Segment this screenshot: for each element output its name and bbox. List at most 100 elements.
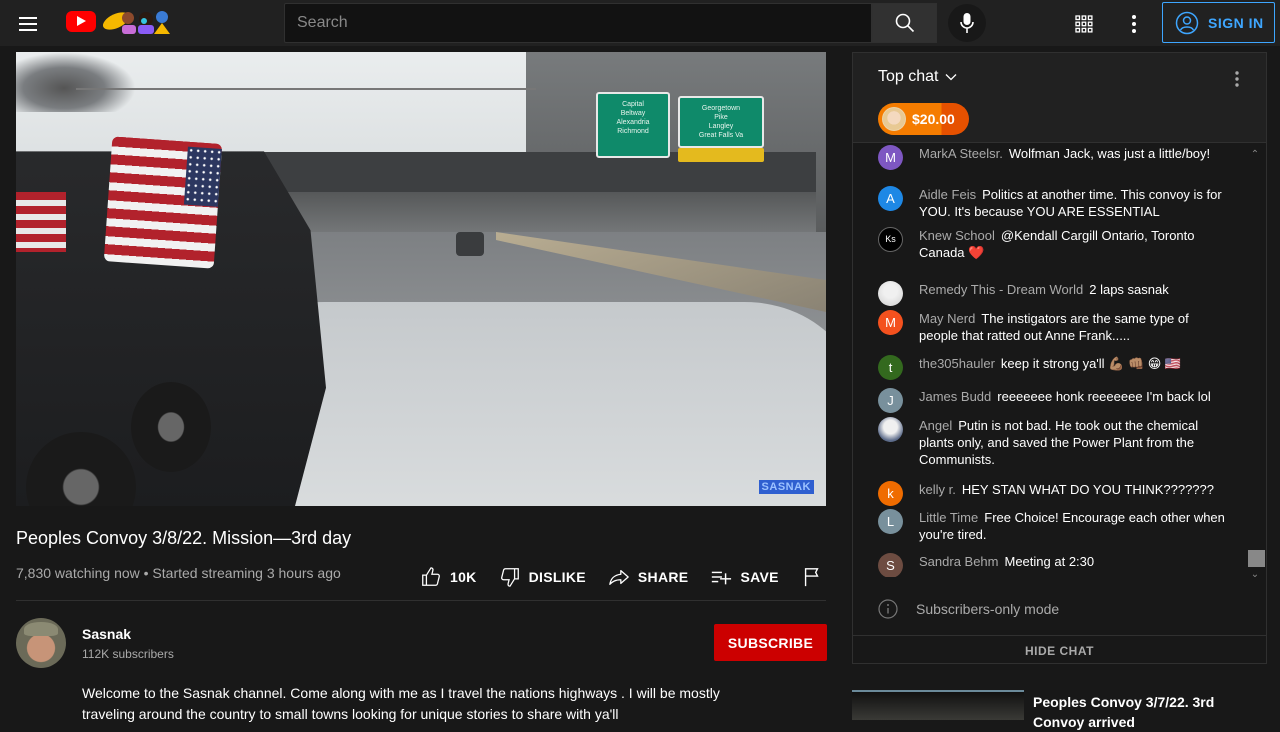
message-text: 2 laps sasnak [1089, 282, 1169, 297]
chat-message: Ks Knew School @Kendall Cargill Ontario, T… [878, 227, 1228, 261]
message-author[interactable]: Little Time [919, 510, 978, 525]
sign-text: Capital [622, 101, 644, 108]
subscribers-only-banner: Subscribers-only mode [853, 585, 1266, 633]
like-button[interactable]: 10K [420, 566, 477, 588]
chevron-down-icon [946, 74, 957, 81]
chat-scroll-down-button[interactable]: ⌄ [1249, 569, 1261, 581]
chat-messages: M MarkA Steelsr. Wolfman Jack, was just a … [853, 145, 1248, 577]
hamburger-icon [19, 17, 37, 19]
author-avatar[interactable]: A [878, 186, 903, 211]
chat-message: J James Budd reeeeeee honk reeeeeee I'm ba… [878, 388, 1228, 413]
author-avatar[interactable]: Ks [878, 227, 903, 252]
chat-message: Remedy This - Dream World 2 laps sasnak [878, 281, 1228, 306]
channel-watermark[interactable]: SASNAK [758, 480, 814, 494]
subscribe-button[interactable]: SUBSCRIBE [714, 624, 827, 661]
video-frame-car [456, 232, 484, 256]
sign-text: Beltway [620, 110, 646, 117]
author-avatar[interactable] [878, 281, 903, 306]
message-body: kelly r. HEY STAN WHAT DO YOU THINK??????… [919, 481, 1228, 498]
video-frame-bridge-rail [76, 88, 536, 90]
message-body: MarkA Steelsr. Wolfman Jack, was just a l… [919, 145, 1228, 162]
message-author[interactable]: kelly r. [919, 482, 956, 497]
super-chat-ticker[interactable]: $20.00 [878, 103, 969, 135]
message-text: HEY STAN WHAT DO YOU THINK??????? [961, 482, 1214, 497]
message-author[interactable]: Knew School [919, 228, 995, 243]
save-label: SAVE [740, 569, 779, 585]
author-avatar[interactable]: M [878, 310, 903, 335]
top-bar: Search SIGN IN [0, 0, 1280, 46]
author-avatar[interactable] [878, 417, 903, 442]
sign-in-button[interactable]: SIGN IN [1162, 2, 1275, 43]
report-button[interactable] [801, 566, 831, 588]
search-button[interactable] [872, 3, 937, 43]
divider [16, 600, 826, 601]
account-circle-icon [1175, 11, 1199, 34]
hamburger-icon-line [19, 23, 37, 25]
author-avatar[interactable]: S [878, 553, 903, 577]
recommendation-title[interactable]: Peoples Convoy 3/7/22. 3rd Convoy arrive… [1033, 692, 1253, 732]
message-body: Sandra Behm Meeting at 2:30 [919, 553, 1228, 570]
playlist-add-icon [712, 571, 732, 585]
chat-message: t the305hauler keep it strong ya'll 💪🏽 👊🏽 … [878, 355, 1228, 380]
sign-text: Langley [708, 123, 734, 130]
channel-avatar[interactable] [16, 618, 66, 668]
video-frame-wheel [131, 382, 211, 472]
message-author[interactable]: Sandra Behm [919, 554, 999, 569]
menu-button[interactable] [14, 9, 42, 37]
message-body: Angel Putin is not bad. He took out the c… [919, 417, 1228, 468]
apps-button[interactable] [1072, 12, 1096, 36]
info-icon [878, 599, 898, 619]
chat-mode-dropdown[interactable]: Top chat [878, 68, 958, 86]
message-text: Wolfman Jack, was just a little/boy! [1008, 146, 1211, 161]
sign-text: Richmond [617, 128, 649, 135]
author-avatar[interactable]: M [878, 145, 903, 170]
message-author[interactable]: Remedy This - Dream World [919, 282, 1083, 297]
chat-message: k kelly r. HEY STAN WHAT DO YOU THINK?????… [878, 481, 1228, 506]
save-button[interactable]: SAVE [710, 566, 778, 588]
microphone-icon [960, 13, 974, 33]
chat-more-button[interactable] [1225, 67, 1249, 91]
message-body: Remedy This - Dream World 2 laps sasnak [919, 281, 1228, 298]
search-icon [895, 13, 914, 33]
voice-search-button[interactable] [948, 4, 986, 42]
share-icon [609, 569, 629, 585]
message-body: the305hauler keep it strong ya'll 💪🏽 👊🏽 😁… [919, 355, 1228, 372]
author-avatar[interactable]: L [878, 509, 903, 534]
message-author[interactable]: MarkA Steelsr. [919, 146, 1003, 161]
chat-message: S Sandra Behm Meeting at 2:30 [878, 553, 1228, 577]
ticker-amount: $20.00 [912, 111, 955, 127]
search-input[interactable]: Search [284, 3, 872, 43]
highway-sign-left: Capital Beltway Alexandria Richmond [596, 92, 670, 158]
channel-name[interactable]: Sasnak [82, 626, 131, 642]
message-author[interactable]: May Nerd [919, 311, 975, 326]
chat-scroll-up-button[interactable]: ⌃ [1249, 149, 1261, 161]
chat-message: A Aidle Feis Politics at another time. Thi… [878, 186, 1228, 220]
author-avatar[interactable]: k [878, 481, 903, 506]
youtube-logo[interactable] [66, 11, 96, 32]
message-text: keep it strong ya'll 💪🏽 👊🏽 😁 🇺🇸 [1000, 356, 1182, 371]
recommendation-thumbnail[interactable] [852, 690, 1024, 720]
message-text: Putin is not bad. He took out the chemic… [919, 418, 1199, 467]
message-author[interactable]: Aidle Feis [919, 187, 976, 202]
chat-message: Angel Putin is not bad. He took out the c… [878, 417, 1228, 468]
message-text: Meeting at 2:30 [1004, 554, 1095, 569]
message-body: James Budd reeeeeee honk reeeeeee I'm bac… [919, 388, 1228, 405]
author-avatar[interactable]: J [878, 388, 903, 413]
message-author[interactable]: the305hauler [919, 356, 995, 371]
dislike-button[interactable]: DISLIKE [499, 566, 586, 588]
chat-scrollbar-thumb[interactable] [1248, 550, 1265, 567]
youtube-doodle-logo[interactable] [100, 7, 176, 35]
message-author[interactable]: James Budd [919, 389, 991, 404]
chat-message: M MarkA Steelsr. Wolfman Jack, was just a … [878, 145, 1228, 170]
author-avatar[interactable]: t [878, 355, 903, 380]
hide-chat-button[interactable]: HIDE CHAT [853, 635, 1266, 665]
message-author[interactable]: Angel [919, 418, 952, 433]
video-player[interactable]: Capital Beltway Alexandria Richmond Geor… [16, 52, 826, 506]
chat-message: L Little Time Free Choice! Encourage each … [878, 509, 1228, 543]
sign-text: Pike [714, 114, 728, 121]
message-text: reeeeeee honk reeeeeee I'm back lol [997, 389, 1211, 404]
chat-message: M May Nerd The instigators are the same ty… [878, 310, 1228, 344]
settings-more-button[interactable] [1122, 12, 1146, 36]
more-vert-icon [1132, 15, 1136, 33]
share-button[interactable]: SHARE [608, 566, 689, 588]
